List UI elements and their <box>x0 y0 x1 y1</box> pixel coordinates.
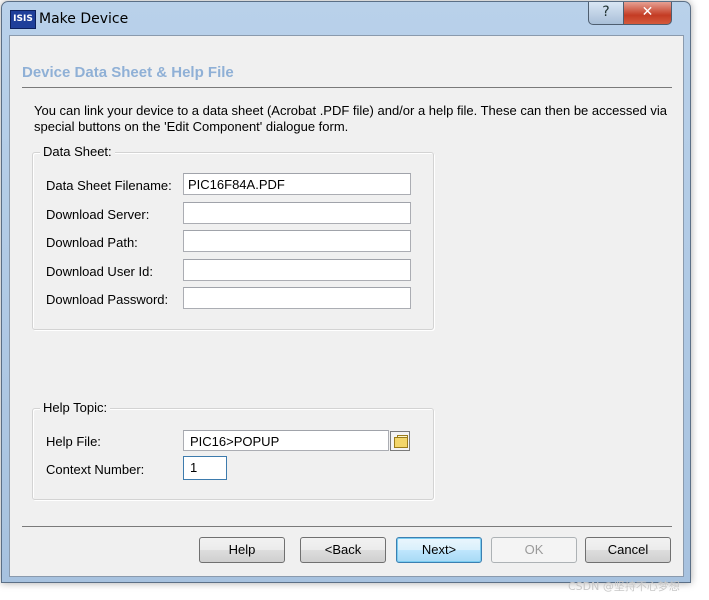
context-number-label: Context Number: <box>46 462 145 477</box>
next-button[interactable]: Next> <box>396 537 482 563</box>
download-server-label: Download Server: <box>46 207 150 222</box>
intro-text: You can link your device to a data sheet… <box>34 103 668 134</box>
cancel-button[interactable]: Cancel <box>585 537 671 563</box>
download-password-label: Download Password: <box>46 292 169 307</box>
help-topic-group-label: Help Topic: <box>40 400 111 415</box>
window-title: Make Device <box>39 11 129 27</box>
download-password-input[interactable] <box>183 287 411 309</box>
download-path-input[interactable] <box>183 230 411 252</box>
help-file-input[interactable]: PIC16>POPUP <box>183 430 389 451</box>
make-device-window: ISIS Make Device ? ✕ Device Data Sheet &… <box>1 1 691 583</box>
page-title: Device Data Sheet & Help File <box>22 64 234 81</box>
dialog-header: Device Data Sheet & Help File <box>10 36 683 86</box>
browse-folder-button[interactable] <box>390 431 410 451</box>
help-topic-group: Help Topic: <box>32 400 434 500</box>
ok-button: OK <box>491 537 577 563</box>
help-button[interactable]: Help <box>199 537 285 563</box>
title-bar[interactable]: ISIS Make Device ? ✕ <box>2 2 690 36</box>
download-path-label: Download Path: <box>46 235 138 250</box>
folder-icon <box>394 437 408 448</box>
watermark: CSDN @坚持不心梦想 <box>568 580 680 593</box>
footer-divider <box>22 526 672 527</box>
title-help-button[interactable]: ? <box>588 2 624 25</box>
download-user-id-input[interactable] <box>183 259 411 281</box>
back-button[interactable]: <Back <box>300 537 386 563</box>
data-sheet-group-label: Data Sheet: <box>40 144 115 159</box>
header-divider <box>22 87 672 88</box>
close-button[interactable]: ✕ <box>623 2 672 25</box>
data-sheet-filename-input[interactable]: PIC16F84A.PDF <box>183 173 411 195</box>
app-icon: ISIS <box>10 10 36 29</box>
dialog-body: Device Data Sheet & Help File You can li… <box>9 35 684 577</box>
data-sheet-filename-label: Data Sheet Filename: <box>46 178 172 193</box>
download-server-input[interactable] <box>183 202 411 224</box>
help-file-label: Help File: <box>46 434 101 449</box>
context-number-input[interactable]: 1 <box>183 456 227 480</box>
download-user-id-label: Download User Id: <box>46 264 153 279</box>
